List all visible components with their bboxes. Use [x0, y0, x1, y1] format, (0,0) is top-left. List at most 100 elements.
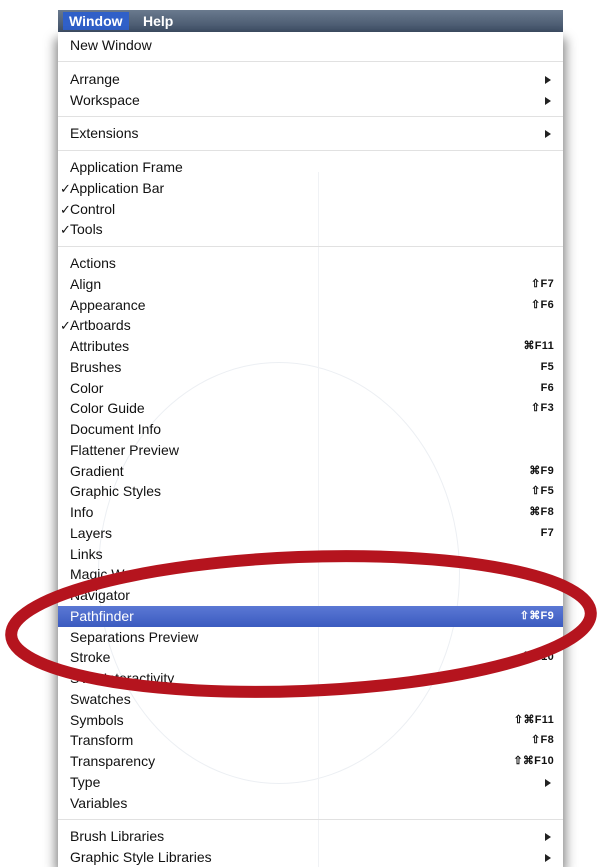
menu-item-label: Pathfinder — [70, 608, 134, 624]
menu-item-label: Type — [70, 774, 101, 790]
menu-item-label: Flattener Preview — [70, 442, 179, 458]
menu-item-navigator[interactable]: Navigator — [58, 585, 563, 606]
menu-item-label: Workspace — [70, 92, 140, 108]
menu-separator — [58, 116, 563, 117]
menu-item-extensions[interactable]: Extensions — [58, 123, 563, 144]
menu-item-label: Arrange — [70, 71, 120, 87]
menu-item-transparency[interactable]: Transparency ⇧⌘F10 — [58, 751, 563, 772]
menu-item-arrange[interactable]: Arrange — [58, 69, 563, 90]
keyboard-shortcut: ⌘F9 — [529, 465, 554, 477]
keyboard-shortcut: ⇧⌘F10 — [513, 755, 554, 767]
menu-separator — [58, 150, 563, 151]
menu-item-graphic-style-libraries[interactable]: Graphic Style Libraries — [58, 847, 563, 867]
menu-item-tools[interactable]: ✓ Tools — [58, 219, 563, 240]
keyboard-shortcut: ⇧F5 — [531, 485, 554, 497]
keyboard-shortcut: ⌘F8 — [529, 506, 554, 518]
menu-item-label: Brushes — [70, 359, 122, 375]
menu-separator — [58, 61, 563, 62]
keyboard-shortcut: ⇧F6 — [531, 299, 554, 311]
menu-bar: Window Help — [58, 10, 563, 32]
menu-item-label: Tools — [70, 221, 103, 237]
keyboard-shortcut: ⇧F7 — [531, 278, 554, 290]
menu-item-transform[interactable]: Transform ⇧F8 — [58, 730, 563, 751]
menu-item-color-guide[interactable]: Color Guide ⇧F3 — [58, 398, 563, 419]
menu-item-new-window[interactable]: New Window — [58, 35, 563, 56]
menu-item-label: Application Frame — [70, 159, 183, 175]
menu-item-label: Transform — [70, 732, 134, 748]
menu-item-label: Application Bar — [70, 180, 165, 196]
menu-item-brushes[interactable]: Brushes F5 — [58, 357, 563, 378]
submenu-arrow-icon — [545, 97, 551, 105]
menu-item-label: Graphic Style Libraries — [70, 849, 212, 865]
menu-item-label: Attributes — [70, 338, 130, 354]
menu-item-attributes[interactable]: Attributes ⌘F11 — [58, 336, 563, 357]
menu-item-label: Color Guide — [70, 400, 145, 416]
menu-item-pathfinder[interactable]: Pathfinder ⇧⌘F9 — [58, 606, 563, 627]
menu-item-graphic-styles[interactable]: Graphic Styles ⇧F5 — [58, 481, 563, 502]
menu-item-label: New Window — [70, 37, 152, 53]
keyboard-shortcut: ⇧F3 — [531, 402, 554, 414]
keyboard-shortcut: ⇧⌘F11 — [513, 714, 554, 726]
menu-item-label: Links — [70, 546, 103, 562]
help-menu-title[interactable]: Help — [137, 12, 179, 30]
menu-item-variables[interactable]: Variables — [58, 793, 563, 814]
menu-item-label: Graphic Styles — [70, 483, 162, 499]
menu-item-brush-libraries[interactable]: Brush Libraries — [58, 826, 563, 847]
submenu-arrow-icon — [545, 76, 551, 84]
keyboard-shortcut: F6 — [540, 382, 554, 394]
menu-item-gradient[interactable]: Gradient ⌘F9 — [58, 461, 563, 482]
submenu-arrow-icon — [545, 854, 551, 862]
menu-item-appearance[interactable]: Appearance ⇧F6 — [58, 295, 563, 316]
menu-item-label: Align — [70, 276, 102, 292]
menu-item-label: Navigator — [70, 587, 130, 603]
keyboard-shortcut: ⌘F10 — [522, 651, 554, 663]
menu-separator — [58, 246, 563, 247]
menu-separator — [58, 819, 563, 820]
menu-item-label: Separations Preview — [70, 629, 199, 645]
menu-item-label: Info — [70, 504, 94, 520]
menu-item-layers[interactable]: Layers F7 — [58, 523, 563, 544]
menu-item-workspace[interactable]: Workspace — [58, 90, 563, 111]
menu-item-symbols[interactable]: Symbols ⇧⌘F11 — [58, 710, 563, 731]
menu-item-label: Brush Libraries — [70, 828, 165, 844]
menu-item-application-frame[interactable]: Application Frame — [58, 157, 563, 178]
menu-item-stroke[interactable]: Stroke ⌘F10 — [58, 647, 563, 668]
submenu-arrow-icon — [545, 779, 551, 787]
menu-item-label: Color — [70, 380, 104, 396]
menu-item-type[interactable]: Type — [58, 772, 563, 793]
menu-item-flattener-preview[interactable]: Flattener Preview — [58, 440, 563, 461]
menu-item-info[interactable]: Info ⌘F8 — [58, 502, 563, 523]
menu-item-label: Appearance — [70, 297, 146, 313]
menu-item-label: Gradient — [70, 463, 124, 479]
menu-item-label: Stroke — [70, 649, 111, 665]
menu-item-label: Swatches — [70, 691, 131, 707]
menu-item-color[interactable]: Color F6 — [58, 378, 563, 399]
keyboard-shortcut: ⌘F11 — [523, 340, 554, 352]
menu-item-label: SVG Interactivity — [70, 670, 175, 686]
menu-item-label: Layers — [70, 525, 113, 541]
window-menu-title[interactable]: Window — [63, 12, 129, 30]
menu-item-application-bar[interactable]: ✓ Application Bar — [58, 178, 563, 199]
menu-item-artboards[interactable]: ✓ Artboards — [58, 315, 563, 336]
keyboard-shortcut: F5 — [540, 361, 554, 373]
menu-item-control[interactable]: ✓ Control — [58, 199, 563, 220]
submenu-arrow-icon — [545, 833, 551, 841]
menu-item-label: Variables — [70, 795, 128, 811]
menu-item-label: Extensions — [70, 125, 139, 141]
menu-item-label: Transparency — [70, 753, 156, 769]
menu-item-label: Control — [70, 201, 116, 217]
menu-item-document-info[interactable]: Document Info — [58, 419, 563, 440]
menu-item-magic-wand[interactable]: Magic Wand — [58, 564, 563, 585]
menu-item-label: Document Info — [70, 421, 162, 437]
menu-item-align[interactable]: Align ⇧F7 — [58, 274, 563, 295]
menu-item-actions[interactable]: Actions — [58, 253, 563, 274]
window-dropdown-menu: New Window Arrange Workspace Extensions Appl… — [58, 32, 563, 867]
menu-item-label: Actions — [70, 255, 116, 271]
menu-item-svg-interactivity[interactable]: SVG Interactivity — [58, 668, 563, 689]
menu-item-label: Magic Wand — [70, 566, 148, 582]
keyboard-shortcut: F7 — [540, 527, 554, 539]
keyboard-shortcut: ⇧⌘F9 — [519, 610, 554, 622]
menu-item-swatches[interactable]: Swatches — [58, 689, 563, 710]
menu-item-separations-preview[interactable]: Separations Preview — [58, 627, 563, 648]
menu-item-links[interactable]: Links — [58, 544, 563, 565]
